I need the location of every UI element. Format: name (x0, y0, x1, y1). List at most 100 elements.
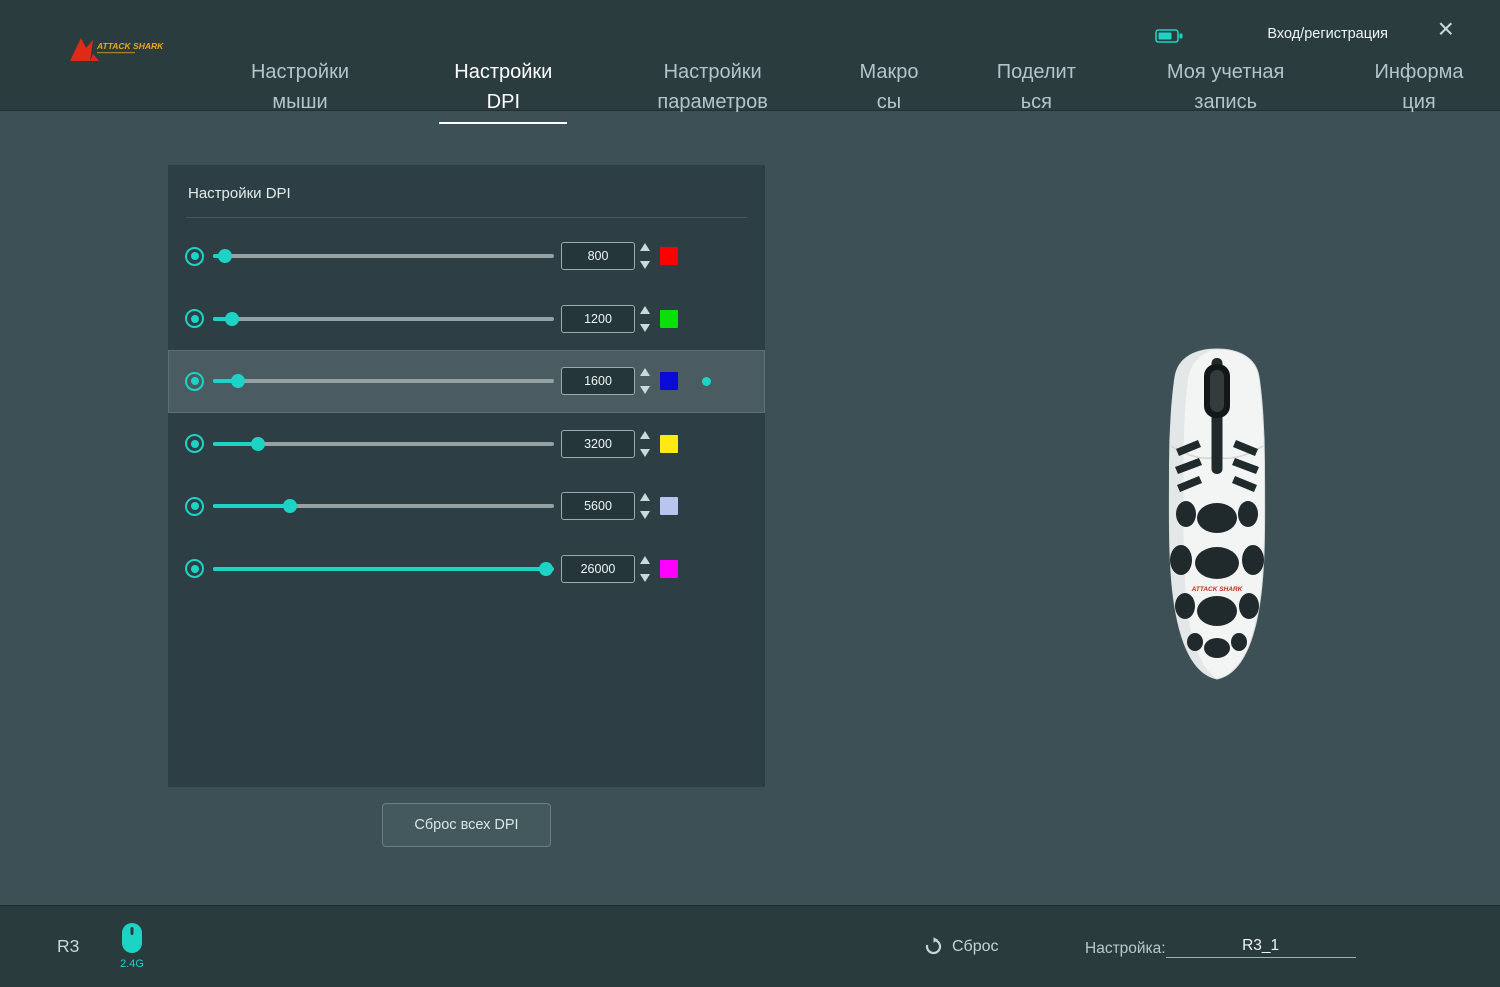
nav-tab-4[interactable]: Макросы (856, 57, 922, 117)
mouse-preview: ATTACK SHARK (1142, 346, 1292, 686)
radio-dot-icon (191, 565, 199, 573)
stepper-up-icon[interactable] (640, 243, 650, 251)
mouse-image: ATTACK SHARK (1142, 346, 1292, 681)
slider-thumb[interactable] (283, 499, 297, 513)
dpi-slider[interactable] (213, 249, 554, 264)
dpi-radio[interactable] (185, 309, 204, 328)
dpi-value-input[interactable]: 1600 (561, 367, 635, 395)
dpi-stepper[interactable] (640, 306, 650, 332)
stepper-down-icon[interactable] (640, 511, 650, 519)
dpi-value-input[interactable]: 26000 (561, 555, 635, 583)
stepper-down-icon[interactable] (640, 574, 650, 582)
radio-dot-icon (191, 315, 199, 323)
header-bar: ATTACK SHARK Настройки мыши Настройки DPI… (0, 0, 1500, 111)
footer-bar: R3 2.4G Сброс Настройка: R3_1 (0, 905, 1500, 987)
dpi-radio[interactable] (185, 559, 204, 578)
dpi-settings-panel: Настройки DPI 800 1200 1600 3200 5600 26000 (168, 165, 765, 787)
reset-settings-button[interactable]: Сброс (924, 937, 999, 956)
nav-tab-label: Моя учетная запись (1167, 61, 1284, 113)
radio-dot-icon (191, 252, 199, 260)
slider-thumb[interactable] (231, 374, 245, 388)
dpi-row-5: 5600 (168, 475, 765, 538)
dpi-stepper[interactable] (640, 368, 650, 394)
battery-icon (1155, 28, 1183, 49)
slider-thumb[interactable] (539, 562, 553, 576)
dpi-value-input[interactable]: 1200 (561, 305, 635, 333)
nav-tab-5[interactable]: Поделиться (994, 57, 1078, 117)
mouse-connection-icon (121, 922, 143, 959)
slider-track[interactable] (213, 317, 554, 321)
close-icon[interactable]: × (1438, 14, 1454, 44)
stepper-up-icon[interactable] (640, 556, 650, 564)
divider (186, 217, 747, 218)
dpi-radio[interactable] (185, 247, 204, 266)
slider-fill (213, 567, 546, 571)
dpi-stepper[interactable] (640, 493, 650, 519)
dpi-row-2: 1200 (168, 288, 765, 351)
dpi-color-swatch[interactable] (660, 247, 678, 265)
dpi-value-input[interactable]: 3200 (561, 430, 635, 458)
nav-tab-label: Настройки мыши (251, 61, 349, 113)
radio-dot-icon (191, 502, 199, 510)
stepper-down-icon[interactable] (640, 449, 650, 457)
slider-track[interactable] (213, 254, 554, 258)
dpi-color-swatch[interactable] (660, 497, 678, 515)
connection-type: 2.4G (112, 958, 152, 970)
nav-tab-7[interactable]: Информация (1373, 57, 1465, 117)
dpi-row-6: 26000 (168, 538, 765, 601)
slider-thumb[interactable] (225, 312, 239, 326)
dpi-radio[interactable] (185, 497, 204, 516)
dpi-color-swatch[interactable] (660, 435, 678, 453)
slider-thumb[interactable] (218, 249, 232, 263)
nav-tab-2[interactable]: Настройки DPI (437, 57, 569, 124)
refresh-icon (924, 937, 943, 956)
dpi-slider[interactable] (213, 436, 554, 451)
brand-logo-text: ATTACK SHARK (96, 41, 164, 51)
dpi-slider[interactable] (213, 311, 554, 326)
dpi-color-swatch[interactable] (660, 372, 678, 390)
dpi-slider[interactable] (213, 374, 554, 389)
reset-label: Сброс (952, 938, 999, 956)
nav-tab-label: Поделиться (997, 61, 1076, 113)
stepper-down-icon[interactable] (640, 324, 650, 332)
dpi-color-swatch[interactable] (660, 560, 678, 578)
stepper-down-icon[interactable] (640, 261, 650, 269)
stepper-up-icon[interactable] (640, 493, 650, 501)
profile-name-input[interactable]: R3_1 (1166, 937, 1356, 958)
profile-label: Настройка: (1085, 940, 1166, 958)
reset-all-dpi-button[interactable]: Сброс всех DPI (382, 803, 551, 847)
brand-logo: ATTACK SHARK (66, 32, 176, 75)
dpi-stepper[interactable] (640, 556, 650, 582)
profile-setting: Настройка: R3_1 (1085, 937, 1356, 958)
stepper-up-icon[interactable] (640, 431, 650, 439)
dpi-slider[interactable] (213, 561, 554, 576)
nav-tab-1[interactable]: Настройки мыши (235, 57, 365, 117)
nav-tab-label: Настройки параметров (657, 61, 767, 113)
stepper-up-icon[interactable] (640, 368, 650, 376)
dpi-stepper[interactable] (640, 431, 650, 457)
dpi-stepper[interactable] (640, 243, 650, 269)
dpi-radio[interactable] (185, 434, 204, 453)
dpi-slider[interactable] (213, 499, 554, 514)
slider-thumb[interactable] (251, 437, 265, 451)
active-dpi-indicator (702, 377, 711, 386)
nav-tab-3[interactable]: Настройки параметров (642, 57, 784, 117)
mouse-logo-text: ATTACK SHARK (1191, 586, 1244, 593)
nav-tab-6[interactable]: Моя учетная запись (1151, 57, 1301, 117)
stepper-down-icon[interactable] (640, 386, 650, 394)
nav-tab-label: Настройки DPI (454, 61, 552, 113)
slider-track[interactable] (213, 379, 554, 383)
dpi-row-4: 3200 (168, 413, 765, 476)
dpi-radio[interactable] (185, 372, 204, 391)
main-nav: Настройки мыши Настройки DPI Настройки пар… (235, 57, 1465, 124)
login-link[interactable]: Вход/регистрация (1267, 26, 1388, 42)
panel-title: Настройки DPI (168, 165, 765, 217)
dpi-rows: 800 1200 1600 3200 5600 26000 (168, 225, 765, 600)
dpi-value-input[interactable]: 800 (561, 242, 635, 270)
dpi-color-swatch[interactable] (660, 310, 678, 328)
device-model: R3 (57, 936, 79, 957)
dpi-value-input[interactable]: 5600 (561, 492, 635, 520)
nav-tab-label: Информация (1374, 61, 1463, 113)
radio-dot-icon (191, 377, 199, 385)
stepper-up-icon[interactable] (640, 306, 650, 314)
